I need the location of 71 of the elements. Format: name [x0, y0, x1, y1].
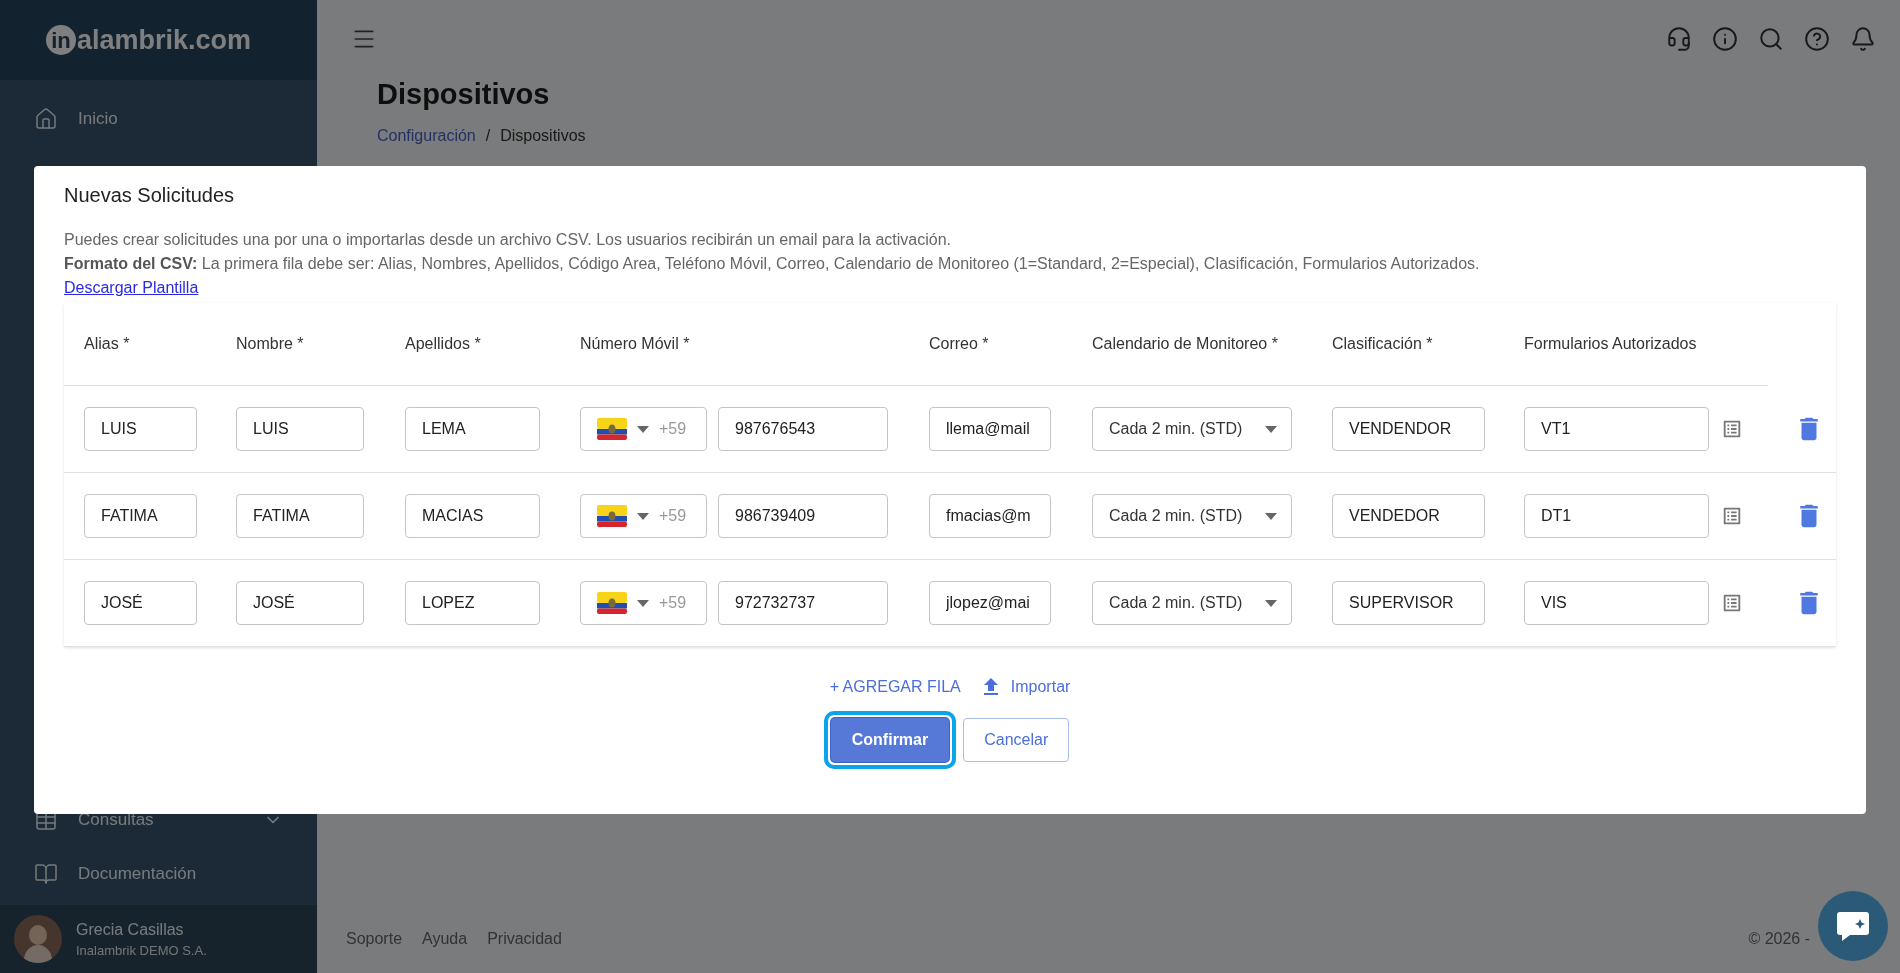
- alias-field[interactable]: FATIMA: [84, 494, 197, 538]
- list-button[interactable]: [1721, 505, 1743, 527]
- forms-field[interactable]: DT1: [1524, 494, 1709, 538]
- book-icon: [34, 862, 58, 886]
- page-title: Dispositivos: [377, 78, 551, 111]
- alias-field[interactable]: JOSÉ: [84, 581, 197, 625]
- name-field[interactable]: FATIMA: [236, 494, 364, 538]
- column-header: Nombre *: [236, 334, 305, 354]
- name-field[interactable]: JOSÉ: [236, 581, 364, 625]
- caret-icon: [1265, 425, 1277, 433]
- column-header: Calendario de Monitoreo *: [1092, 334, 1279, 354]
- caret-icon: [637, 512, 649, 520]
- flag-icon: [597, 592, 627, 614]
- schedule-select[interactable]: Cada 2 min. (STD): [1092, 407, 1292, 451]
- classification-field[interactable]: VENDEDOR: [1332, 494, 1485, 538]
- forms-field[interactable]: VT1: [1524, 407, 1709, 451]
- flag-icon: [597, 418, 627, 440]
- caret-icon: [1265, 512, 1277, 520]
- headset-icon[interactable]: [1666, 26, 1692, 52]
- bell-icon[interactable]: [1850, 26, 1876, 52]
- confirm-button[interactable]: Confirmar: [830, 718, 950, 762]
- download-template-link[interactable]: Descargar Plantilla: [64, 279, 199, 297]
- flag-icon: [597, 505, 627, 527]
- logo: in alambrik.com: [45, 24, 252, 56]
- classification-field[interactable]: SUPERVISOR: [1332, 581, 1485, 625]
- caret-icon: [1265, 599, 1277, 607]
- list-icon: [1721, 418, 1743, 440]
- column-header: Número Móvil *: [580, 334, 691, 354]
- schedule-select[interactable]: Cada 2 min. (STD): [1092, 581, 1292, 625]
- surname-field[interactable]: MACIAS: [405, 494, 540, 538]
- format-note: Formato del CSV: La primera fila debe ser: Alias, Nombres, Apellidos, Código Area, Teléfono Móvil, Correo, Calendario de Monitoreo (1=Standard, 2=Especial), Clasificación, Formularios Autorizados.: [64, 255, 1481, 273]
- email-field[interactable]: fmacias@m: [929, 494, 1051, 538]
- help-icon[interactable]: [1804, 26, 1830, 52]
- company-name: Inalambrik DEMO S.A.: [76, 942, 207, 958]
- chat-icon: [1836, 910, 1870, 942]
- column-header: Alias *: [84, 334, 131, 354]
- schedule-select[interactable]: Cada 2 min. (STD): [1092, 494, 1292, 538]
- description: Puedes crear solicitudes una por una o importarlas desde un archivo CSV. Los usuarios recibirán un email para la activación.: [64, 231, 952, 249]
- breadcrumb-separator: /: [485, 127, 491, 145]
- import-button[interactable]: Importar: [978, 675, 1071, 699]
- column-header: Formularios Autorizados: [1524, 334, 1698, 354]
- info-icon[interactable]: [1712, 26, 1738, 52]
- list-button[interactable]: [1721, 418, 1743, 440]
- forms-field[interactable]: VIS: [1524, 581, 1709, 625]
- column-header: Clasificación *: [1332, 334, 1434, 354]
- user-name: Grecia Casillas: [76, 920, 185, 939]
- classification-field[interactable]: VENDENDOR: [1332, 407, 1485, 451]
- alias-field[interactable]: LUIS: [84, 407, 197, 451]
- column-header: Correo *: [929, 334, 990, 354]
- email-field[interactable]: llema@mail: [929, 407, 1051, 451]
- surname-field[interactable]: LOPEZ: [405, 581, 540, 625]
- user-panel[interactable]: Grecia Casillas Inalambrik DEMO S.A.: [0, 905, 317, 973]
- surname-field[interactable]: LEMA: [405, 407, 540, 451]
- list-icon: [1721, 592, 1743, 614]
- caret-icon: [637, 425, 649, 433]
- add-row-button[interactable]: + AGREGAR FILA: [829, 675, 961, 699]
- email-field[interactable]: jlopez@mai: [929, 581, 1051, 625]
- list-button[interactable]: [1721, 592, 1743, 614]
- home-icon: [34, 107, 58, 131]
- name-field[interactable]: LUIS: [236, 407, 364, 451]
- copyright: © 2026 -: [1748, 930, 1810, 948]
- column-header: Apellidos *: [405, 334, 482, 354]
- breadcrumb-current: Dispositivos: [500, 127, 586, 145]
- dialog-title: Nuevas Solicitudes: [64, 184, 236, 207]
- phone-field[interactable]: 972732737: [718, 581, 888, 625]
- cancel-button[interactable]: Cancelar: [963, 718, 1070, 762]
- phone-field[interactable]: 986739409: [718, 494, 888, 538]
- search-icon[interactable]: [1758, 26, 1784, 52]
- phone-field[interactable]: 987676543: [718, 407, 888, 451]
- list-icon: [1721, 505, 1743, 527]
- caret-icon: [637, 599, 649, 607]
